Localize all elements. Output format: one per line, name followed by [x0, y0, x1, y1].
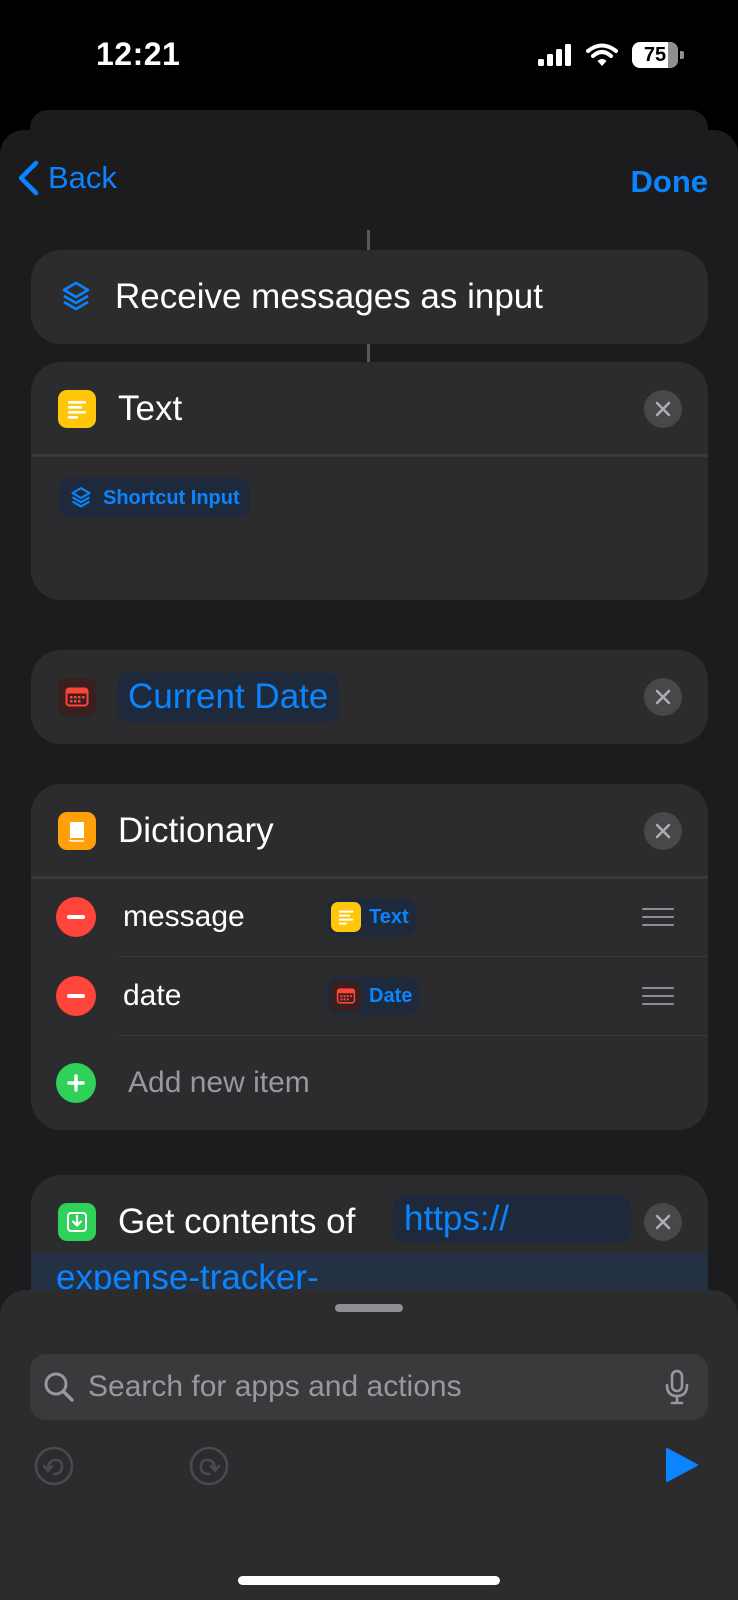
calendar-icon — [65, 687, 89, 707]
date-action-icon — [58, 678, 96, 716]
add-new-item-label: Add new item — [128, 1066, 310, 1099]
date-variable-token[interactable]: Date — [327, 977, 421, 1015]
dictionary-action-icon — [58, 812, 96, 850]
get-contents-action-icon — [58, 1203, 96, 1241]
back-button[interactable]: Back — [16, 160, 117, 196]
current-date-token[interactable]: Current Date — [117, 672, 340, 722]
dictionary-value: Date — [369, 984, 413, 1007]
done-button[interactable]: Done — [631, 164, 709, 200]
text-lines-icon — [68, 401, 86, 419]
reorder-handle-icon[interactable] — [642, 987, 674, 1005]
redo-icon[interactable] — [189, 1446, 229, 1486]
book-icon — [69, 822, 84, 842]
battery-level: 75 — [643, 43, 667, 66]
shortcut-input-icon — [62, 281, 90, 311]
remove-current-date-button[interactable] — [644, 678, 682, 716]
shortcut-input-icon — [71, 487, 91, 508]
dictionary-action-title: Dictionary — [118, 811, 274, 850]
calendar-icon — [331, 981, 361, 1011]
url-token-part1[interactable]: https:// — [404, 1195, 509, 1243]
delete-item-button[interactable] — [56, 976, 96, 1016]
receive-input-label: Receive messages as input — [115, 277, 543, 316]
back-button-label: Back — [48, 160, 117, 195]
battery-indicator: 75 — [632, 42, 684, 68]
shortcut-input-token[interactable]: Shortcut Input — [59, 478, 250, 518]
home-indicator[interactable] — [238, 1576, 500, 1585]
plus-icon — [56, 1063, 96, 1103]
wifi-icon — [586, 43, 618, 66]
shortcut-input-token-label: Shortcut Input — [103, 486, 240, 509]
close-icon — [655, 401, 671, 417]
close-icon — [655, 1214, 671, 1230]
dictionary-item-message: message Text — [31, 878, 708, 956]
search-placeholder: Search for apps and actions — [88, 1370, 462, 1403]
get-contents-title: Get contents of — [118, 1202, 356, 1241]
text-variable-token[interactable]: Text — [327, 898, 417, 936]
cellular-signal-icon — [538, 44, 571, 66]
text-action[interactable]: Text Shortcut Input — [31, 362, 708, 600]
current-date-action[interactable]: Current Date — [31, 650, 708, 744]
search-input[interactable]: Search for apps and actions — [30, 1354, 708, 1420]
status-time: 12:21 — [96, 36, 181, 72]
search-icon — [44, 1372, 74, 1402]
receive-input-action[interactable]: Receive messages as input — [31, 250, 708, 344]
dictionary-item-date: date Date — [31, 957, 708, 1035]
close-icon — [655, 689, 671, 705]
remove-text-action-button[interactable] — [644, 390, 682, 428]
undo-icon[interactable] — [34, 1446, 74, 1486]
remove-dictionary-button[interactable] — [644, 812, 682, 850]
delete-item-button[interactable] — [56, 897, 96, 937]
text-lines-icon — [331, 902, 361, 932]
bottom-toolbar — [0, 1424, 738, 1600]
dictionary-action[interactable]: Dictionary message Text date Date Add ne… — [31, 784, 708, 1130]
status-icons: 75 — [538, 40, 684, 70]
status-bar: 12:21 75 — [0, 0, 738, 110]
dictionary-value: Text — [369, 905, 409, 928]
sheet-grabber[interactable] — [335, 1304, 403, 1312]
flow-connector — [367, 230, 370, 250]
flow-connector — [367, 344, 370, 362]
run-play-icon[interactable] — [664, 1446, 700, 1484]
download-icon — [67, 1212, 87, 1232]
close-icon — [655, 823, 671, 839]
text-action-icon — [58, 390, 96, 428]
chevron-left-icon — [18, 160, 39, 196]
microphone-icon[interactable] — [664, 1369, 690, 1405]
dictionary-key[interactable]: message — [123, 900, 245, 934]
remove-get-contents-button[interactable] — [644, 1203, 682, 1241]
reorder-handle-icon[interactable] — [642, 908, 674, 926]
text-action-title: Text — [118, 389, 183, 428]
dictionary-key[interactable]: date — [123, 979, 181, 1013]
add-new-item-button[interactable]: Add new item — [31, 1038, 708, 1128]
